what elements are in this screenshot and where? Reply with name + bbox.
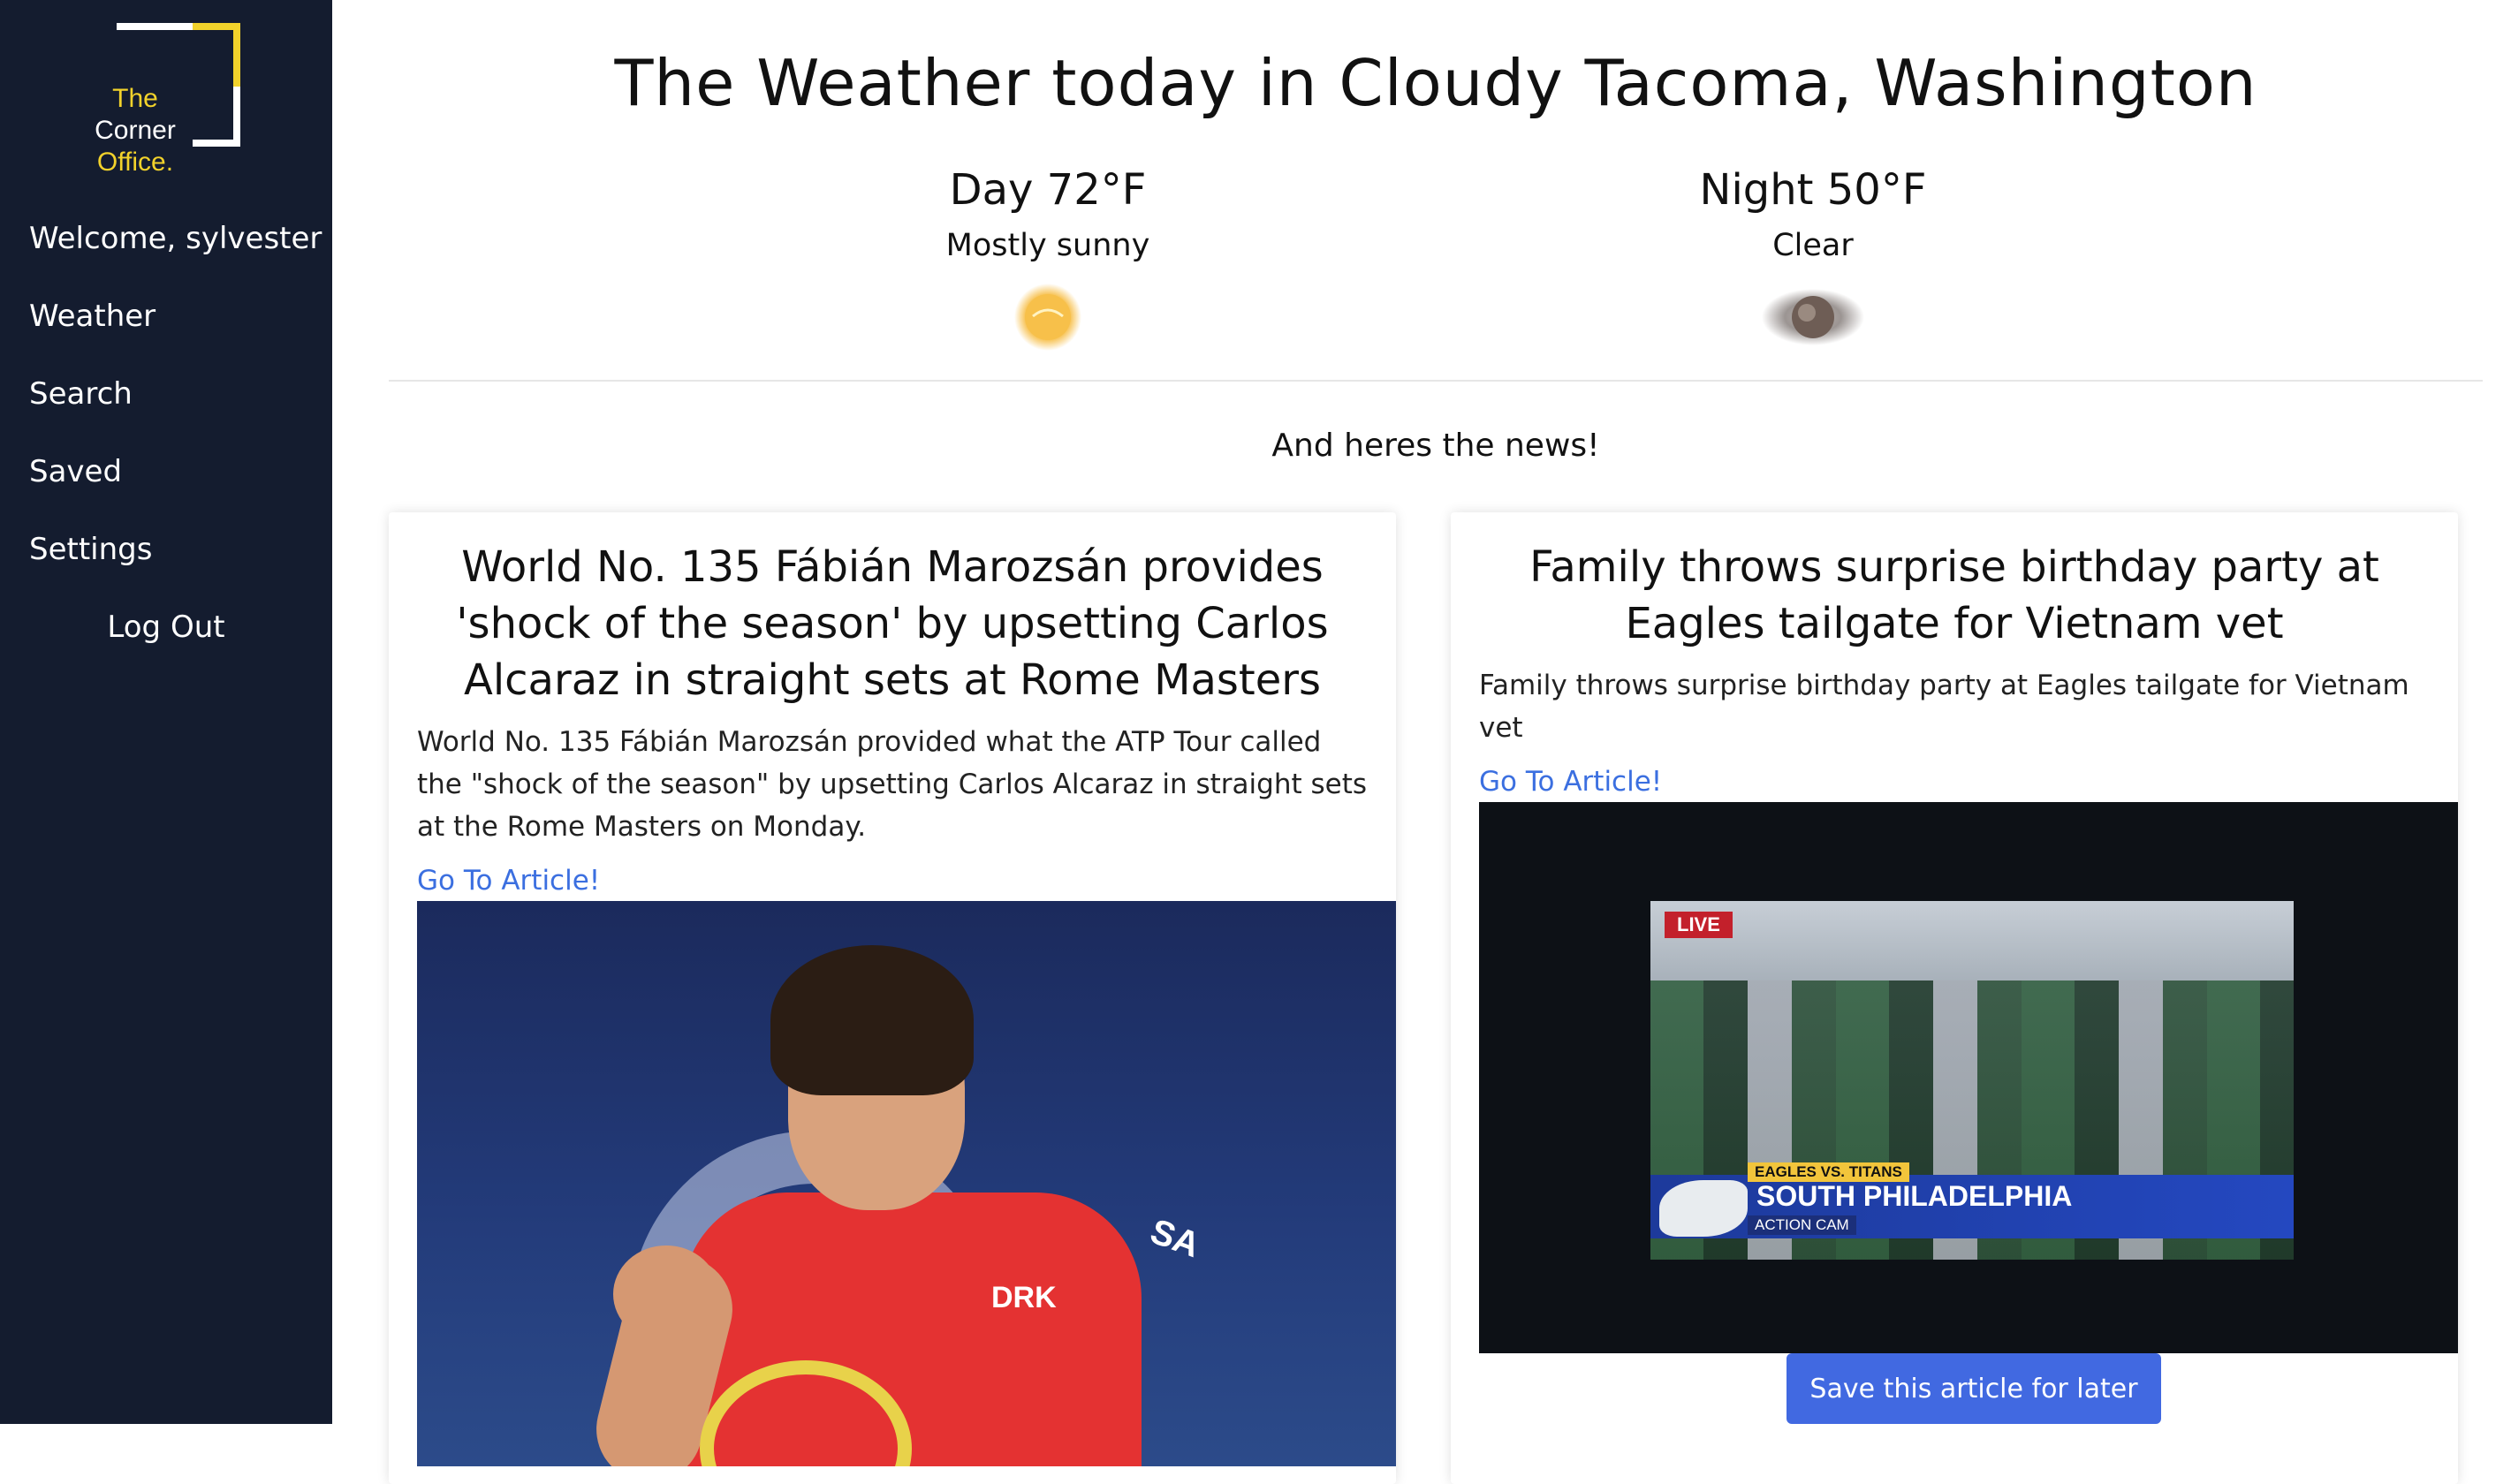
logo[interactable]: The Corner Office.	[71, 23, 256, 178]
go-to-article-link[interactable]: Go To Article!	[1479, 761, 1662, 802]
day-temperature: Day 72°F	[949, 165, 1147, 215]
night-description: Clear	[1772, 228, 1854, 263]
article-description: Family throws surprise birthday party at…	[1479, 670, 2409, 744]
main-content: The Weather today in Cloudy Tacoma, Wash…	[332, 0, 2511, 1484]
logout-button[interactable]: Log Out	[0, 601, 332, 678]
article-description: World No. 135 Fábián Marozsán provided w…	[417, 726, 1368, 843]
lower-third-sub: ACTION CAM	[1748, 1215, 1856, 1235]
weather-day: Day 72°F Mostly sunny	[827, 159, 1269, 357]
moon-icon	[1760, 277, 1866, 357]
nav-welcome[interactable]: Welcome, sylvester	[0, 212, 332, 290]
news-heading: And heres the news!	[1271, 428, 1600, 464]
article-image[interactable]: DRK SA	[417, 901, 1396, 1466]
sidebar-nav: Welcome, sylvester Weather Search Saved …	[0, 212, 332, 678]
nav-settings[interactable]: Settings	[0, 523, 332, 601]
eagles-logo-icon	[1659, 1180, 1748, 1237]
go-to-article-link[interactable]: Go To Article!	[417, 860, 600, 901]
section-divider	[389, 380, 2483, 382]
article-title: World No. 135 Fábián Marozsán provides '…	[456, 542, 1329, 705]
article-card: Family throws surprise birthday party at…	[1451, 512, 2458, 1484]
live-badge: LIVE	[1665, 912, 1733, 938]
night-temperature: Night 50°F	[1699, 165, 1927, 215]
logo-accent-vertical	[233, 23, 240, 87]
article-title: Family throws surprise birthday party at…	[1529, 542, 2379, 648]
page-title: The Weather today in Cloudy Tacoma, Wash…	[614, 46, 2257, 120]
weather-night: Night 50°F Clear	[1592, 159, 2034, 357]
sidebar: The Corner Office. Welcome, sylvester We…	[0, 0, 332, 1424]
logo-line-3: Office.	[96, 148, 174, 177]
video-thumbnail: LIVE EAGLES VS. TITANS SOUTH PHILADELPHI…	[1650, 901, 2294, 1260]
article-video[interactable]: LIVE EAGLES VS. TITANS SOUTH PHILADELPHI…	[1479, 802, 2458, 1353]
lower-third-tag: EAGLES VS. TITANS	[1748, 1162, 1909, 1182]
lower-third-title: SOUTH PHILADELPHIA	[1756, 1180, 2073, 1212]
nav-search[interactable]: Search	[0, 367, 332, 445]
day-description: Mostly sunny	[945, 228, 1150, 263]
logo-line-1: The	[112, 84, 158, 113]
logo-text: The Corner Office.	[78, 83, 193, 178]
article-card: World No. 135 Fábián Marozsán provides '…	[389, 512, 1396, 1484]
nav-weather[interactable]: Weather	[0, 290, 332, 367]
logo-line-2: Corner	[95, 116, 176, 145]
shirt-logo: DRK	[991, 1281, 1057, 1314]
save-article-button[interactable]: Save this article for later	[1787, 1353, 2161, 1424]
sun-icon	[1008, 277, 1088, 357]
nav-saved[interactable]: Saved	[0, 445, 332, 523]
